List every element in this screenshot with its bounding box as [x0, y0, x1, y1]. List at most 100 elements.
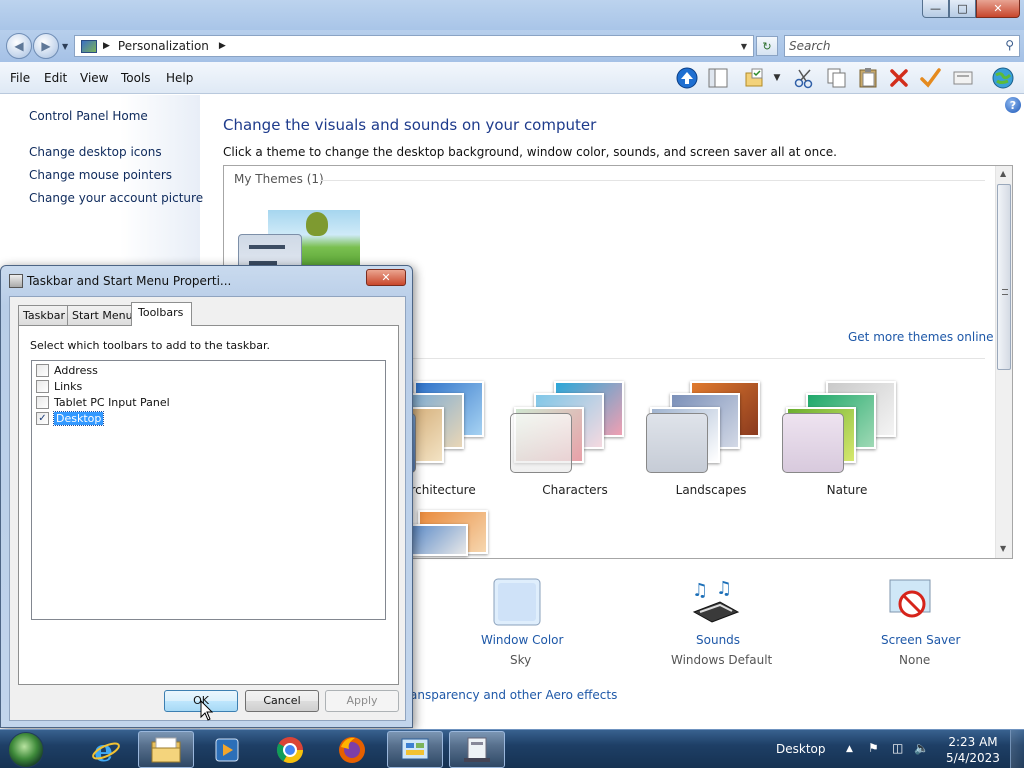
apply-button[interactable]: Apply	[325, 690, 399, 712]
globe-icon[interactable]	[991, 67, 1015, 89]
cancel-button[interactable]: Cancel	[245, 690, 319, 712]
clock-date: 5/4/2023	[946, 751, 1000, 765]
scroll-thumb[interactable]	[997, 184, 1011, 370]
maximize-button[interactable]: □	[949, 0, 976, 18]
taskbar: e Desktop ▲ ⚑ ◫ 🔈 2:23 AM 5/4/2023	[0, 729, 1024, 768]
cut-icon[interactable]	[792, 67, 816, 89]
tablet-pc-input-panel-checkbox[interactable]	[36, 396, 49, 409]
sounds-link[interactable]: Sounds	[696, 633, 740, 647]
up-arrow-icon[interactable]	[675, 67, 699, 89]
theme-characters[interactable]	[510, 381, 640, 491]
toolbar-item-tablet-pc-input-panel[interactable]: Tablet PC Input Panel	[36, 395, 170, 410]
show-desktop-button[interactable]	[1010, 730, 1024, 768]
window-color-icon[interactable]	[493, 578, 543, 631]
page-title: Change the visuals and sounds on your co…	[223, 116, 597, 134]
get-more-themes-link[interactable]: Get more themes online	[848, 330, 994, 344]
help-icon[interactable]: ?	[1005, 97, 1021, 113]
search-input[interactable]: Search ⚲	[784, 35, 1020, 57]
window-titlebar: — □ ✕	[0, 0, 1024, 30]
desktop-toolbar[interactable]: Desktop	[776, 742, 826, 756]
change-account-picture-link[interactable]: Change your account picture	[29, 191, 203, 205]
toolbars-tab-page: Select which toolbars to add to the task…	[18, 325, 399, 685]
delete-icon[interactable]	[887, 67, 911, 89]
properties-icon[interactable]	[951, 67, 975, 89]
sounds-icon[interactable]: ♫ ♫	[690, 578, 742, 631]
search-icon[interactable]: ⚲	[1005, 38, 1014, 52]
check-icon[interactable]	[918, 67, 942, 89]
screen-saver-icon[interactable]	[888, 578, 940, 631]
my-themes-label: My Themes (1)	[234, 172, 324, 186]
clock[interactable]: 2:23 AM 5/4/2023	[944, 734, 1002, 766]
theme-gallery-scrollbar[interactable]: ▲ ▼	[995, 166, 1012, 558]
recent-pages-dropdown-icon[interactable]: ▼	[62, 42, 68, 51]
aero-effects-link[interactable]: ansparency and other Aero effects	[410, 688, 617, 702]
navigation-bar: ◀ ▶ ▼ ▶ Personalization ▶ ▼ ↻ Search ⚲	[0, 30, 1024, 62]
scroll-down-icon[interactable]: ▼	[1000, 544, 1006, 553]
control-panel-home-link[interactable]: Control Panel Home	[29, 109, 148, 123]
menu-edit[interactable]: Edit	[44, 71, 67, 85]
scroll-up-icon[interactable]: ▲	[1000, 169, 1006, 178]
address-checkbox[interactable]	[36, 364, 49, 377]
menu-view[interactable]: View	[80, 71, 108, 85]
window-color-link[interactable]: Window Color	[481, 633, 563, 647]
change-mouse-pointers-link[interactable]: Change mouse pointers	[29, 168, 172, 182]
toolbar-item-address[interactable]: Address	[36, 363, 98, 378]
file-explorer-icon[interactable]	[138, 731, 194, 768]
back-button[interactable]: ◀	[6, 33, 32, 59]
dialog-title: Taskbar and Start Menu Properti...	[27, 274, 232, 288]
address-dropdown-icon[interactable]: ▼	[741, 42, 747, 51]
paste-icon[interactable]	[856, 67, 880, 89]
firefox-icon[interactable]	[324, 731, 380, 768]
toolbar-item-links[interactable]: Links	[36, 379, 82, 394]
forward-arrow-icon: ▶	[41, 39, 51, 53]
toolbars-list[interactable]: Address Links Tablet PC Input Panel ✓ De…	[31, 360, 386, 620]
theme-landscapes[interactable]	[646, 381, 776, 491]
action-center-icon[interactable]: ⚑	[868, 741, 879, 755]
toolbar-item-label: Tablet PC Input Panel	[54, 396, 170, 409]
breadcrumb-separator-icon[interactable]: ▶	[103, 41, 110, 51]
taskbar-properties-dialog: Taskbar and Start Menu Properti... ✕ Tas…	[0, 265, 413, 728]
theme-label-landscapes: Landscapes	[675, 483, 747, 497]
menu-help[interactable]: Help	[166, 71, 193, 85]
toolbars-instruction: Select which toolbars to add to the task…	[30, 339, 270, 352]
taskbar-properties-icon[interactable]	[449, 731, 505, 768]
tab-taskbar[interactable]: Taskbar	[18, 305, 70, 325]
internet-explorer-icon[interactable]: e	[78, 731, 134, 768]
tab-start-menu[interactable]: Start Menu	[67, 305, 138, 325]
control-panel-icon[interactable]	[387, 731, 443, 768]
svg-text:♫: ♫	[692, 580, 708, 601]
start-button[interactable]	[8, 732, 44, 768]
screen-saver-link[interactable]: Screen Saver	[881, 633, 960, 647]
refresh-button[interactable]: ↻	[756, 36, 778, 56]
pane-icon[interactable]	[706, 67, 730, 89]
volume-icon[interactable]: 🔈	[914, 741, 929, 755]
toolbar-item-desktop[interactable]: ✓ Desktop	[36, 411, 105, 426]
control-panel-icon	[81, 39, 97, 53]
folder-options-dropdown-icon[interactable]: ▼	[770, 67, 784, 89]
menu-file[interactable]: File	[10, 71, 30, 85]
media-player-icon[interactable]	[199, 731, 255, 768]
theme-label-nature: Nature	[826, 483, 868, 497]
taskbar-properties-icon	[9, 274, 23, 288]
forward-button[interactable]: ▶	[33, 33, 59, 59]
theme-nature[interactable]	[782, 381, 912, 491]
menu-tools[interactable]: Tools	[121, 71, 151, 85]
change-desktop-icons-link[interactable]: Change desktop icons	[29, 145, 162, 159]
breadcrumb-personalization[interactable]: Personalization	[118, 39, 209, 53]
copy-icon[interactable]	[824, 67, 848, 89]
caption-buttons: — □ ✕	[922, 0, 1020, 18]
address-bar[interactable]: ▶ Personalization ▶ ▼	[74, 35, 754, 57]
dialog-close-button[interactable]: ✕	[366, 269, 406, 286]
breadcrumb-separator-icon[interactable]: ▶	[219, 41, 226, 51]
desktop-checkbox[interactable]: ✓	[36, 412, 49, 425]
network-icon[interactable]: ◫	[892, 741, 903, 755]
folder-options-icon[interactable]	[742, 67, 766, 89]
close-button[interactable]: ✕	[976, 0, 1020, 18]
tab-toolbars[interactable]: Toolbars	[131, 302, 193, 326]
minimize-button[interactable]: —	[922, 0, 949, 18]
window-color-value: Sky	[510, 653, 532, 667]
menu-bar: File Edit View Tools Help ▼	[0, 62, 1024, 94]
show-hidden-icons-icon[interactable]: ▲	[846, 744, 853, 754]
links-checkbox[interactable]	[36, 380, 49, 393]
chrome-icon[interactable]	[262, 731, 318, 768]
